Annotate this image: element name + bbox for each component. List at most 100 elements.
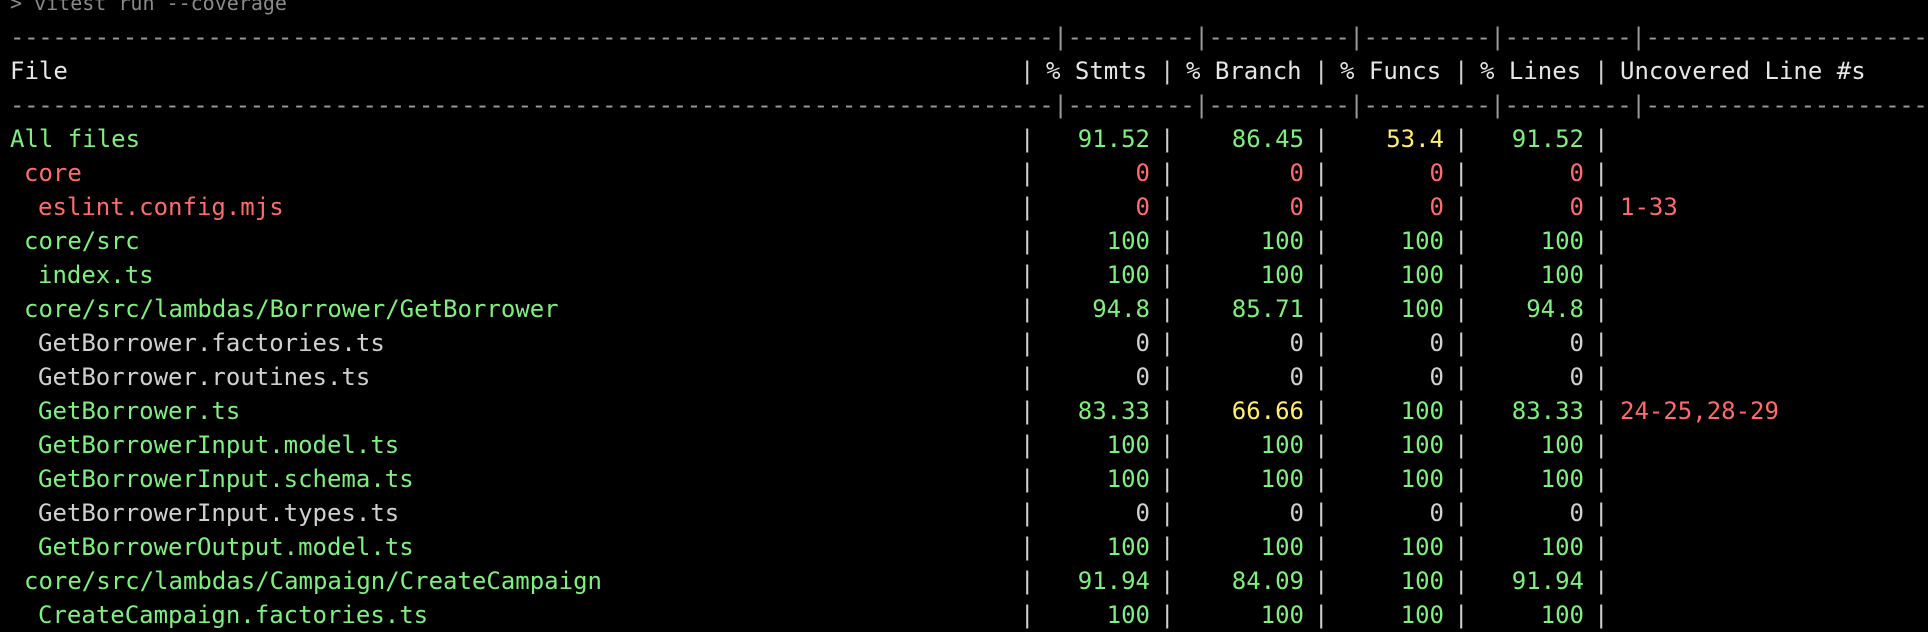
row-file-name: GetBorrower.routines.ts [38,363,371,391]
row-funcs-value: 0 [1429,363,1444,391]
row-file-name: index.ts [38,261,154,289]
row-funcs-value: 100 [1400,601,1444,629]
column-divider: | [1454,329,1469,357]
row-file-name: eslint.config.mjs [38,193,284,221]
column-divider: | [1160,329,1175,357]
column-divider: | [1020,261,1035,289]
column-divider: | [1454,193,1469,221]
table-row: GetBorrower.routines.ts | 0 | 0 | 0 | 0 | [10,360,1928,394]
row-stmts-value: 0 [1135,193,1150,221]
column-divider: | [1454,397,1469,425]
column-divider: | [1160,533,1175,561]
column-divider: | [1454,465,1469,493]
row-branch-value: 0 [1289,159,1304,187]
row-file-name: GetBorrowerOutput.model.ts [38,533,414,561]
column-divider: | [1020,57,1035,85]
row-lines-value: 83.33 [1511,397,1584,425]
row-file-name: GetBorrower.factories.ts [38,329,385,357]
column-divider: | [1314,465,1329,493]
column-divider: | [1020,499,1035,527]
column-divider: | [1594,159,1609,187]
column-divider: | [1314,397,1329,425]
row-funcs-value: 100 [1400,261,1444,289]
header-branch: % Branch [1186,57,1302,85]
row-branch-value: 0 [1289,499,1304,527]
row-stmts-value: 100 [1106,431,1150,459]
column-divider: | [1454,431,1469,459]
row-funcs-value: 100 [1400,465,1444,493]
row-file-name: CreateCampaign.factories.ts [38,601,429,629]
column-divider: | [1314,125,1329,153]
row-file-name: GetBorrower.ts [38,397,241,425]
row-stmts-value: 100 [1106,227,1150,255]
row-stmts-value: 0 [1135,363,1150,391]
row-file-name: core/src [24,227,140,255]
column-divider: | [1160,193,1175,221]
table-row: core/src/lambdas/Borrower/GetBorrower | 94… [10,292,1928,326]
row-branch-value: 100 [1260,601,1304,629]
row-lines-value: 100 [1540,431,1584,459]
header-stmts: % Stmts [1046,57,1148,85]
table-row: GetBorrowerInput.model.ts | 100 | 100 | 100 | 10… [10,428,1928,462]
row-branch-value: 86.45 [1231,125,1304,153]
column-divider: | [1594,125,1609,153]
column-divider: | [1594,295,1609,323]
row-funcs-value: 0 [1429,193,1444,221]
column-divider: | [1454,261,1469,289]
column-divider: | [1594,57,1609,85]
header-lines: % Lines [1480,57,1582,85]
row-funcs-value: 100 [1400,227,1444,255]
row-stmts-value: 100 [1106,261,1150,289]
row-stmts-value: 0 [1135,329,1150,357]
row-file-name: All files [10,125,141,153]
row-stmts-value: 0 [1135,499,1150,527]
row-branch-value: 100 [1260,465,1304,493]
row-funcs-value: 0 [1429,329,1444,357]
header-uncovered: Uncovered Line #s [1620,57,1866,85]
row-lines-value: 0 [1569,193,1584,221]
column-divider: | [1020,329,1035,357]
table-row: core | 0 | 0 | 0 | 0 | [10,156,1928,190]
column-divider: | [1594,193,1609,221]
column-divider: | [1314,227,1329,255]
column-divider: | [1594,261,1609,289]
column-divider: | [1454,533,1469,561]
column-divider: | [1454,125,1469,153]
column-divider: | [1160,465,1175,493]
column-divider: | [1594,227,1609,255]
column-divider: | [1020,431,1035,459]
column-divider: | [1020,295,1035,323]
row-stmts-value: 100 [1106,533,1150,561]
column-divider: | [1160,125,1175,153]
column-divider: | [1454,295,1469,323]
row-stmts-value: 91.94 [1077,567,1150,595]
table-row: GetBorrowerInput.schema.ts | 100 | 100 | 100 | 1… [10,462,1928,496]
column-divider: | [1454,499,1469,527]
row-funcs-value: 100 [1400,397,1444,425]
table-separator-bottom: ----------------------------------------… [10,91,1928,119]
row-funcs-value: 100 [1400,431,1444,459]
row-lines-value: 0 [1569,159,1584,187]
table-row: GetBorrowerOutput.model.ts | 100 | 100 | 100 | 1… [10,530,1928,564]
column-divider: | [1314,57,1329,85]
column-divider: | [1314,499,1329,527]
column-divider: | [1314,363,1329,391]
row-branch-value: 85.71 [1231,295,1304,323]
row-funcs-value: 100 [1400,533,1444,561]
column-divider: | [1160,227,1175,255]
column-divider: | [1454,57,1469,85]
table-row: GetBorrowerInput.types.ts | 0 | 0 | 0 | 0 | [10,496,1928,530]
row-lines-value: 91.52 [1511,125,1584,153]
table-separator-top: ----------------------------------------… [10,23,1928,51]
column-divider: | [1160,601,1175,629]
row-file-name: GetBorrowerInput.model.ts [38,431,400,459]
row-branch-value: 66.66 [1231,397,1304,425]
column-divider: | [1160,295,1175,323]
column-divider: | [1314,533,1329,561]
table-row: GetBorrower.ts | 83.33 | 66.66 | 100 | 83.33 | 24-… [10,394,1928,428]
row-branch-value: 0 [1289,329,1304,357]
row-funcs-value: 100 [1400,567,1444,595]
row-file-name: core/src/lambdas/Borrower/GetBorrower [24,295,559,323]
column-divider: | [1454,159,1469,187]
row-lines-value: 0 [1569,329,1584,357]
